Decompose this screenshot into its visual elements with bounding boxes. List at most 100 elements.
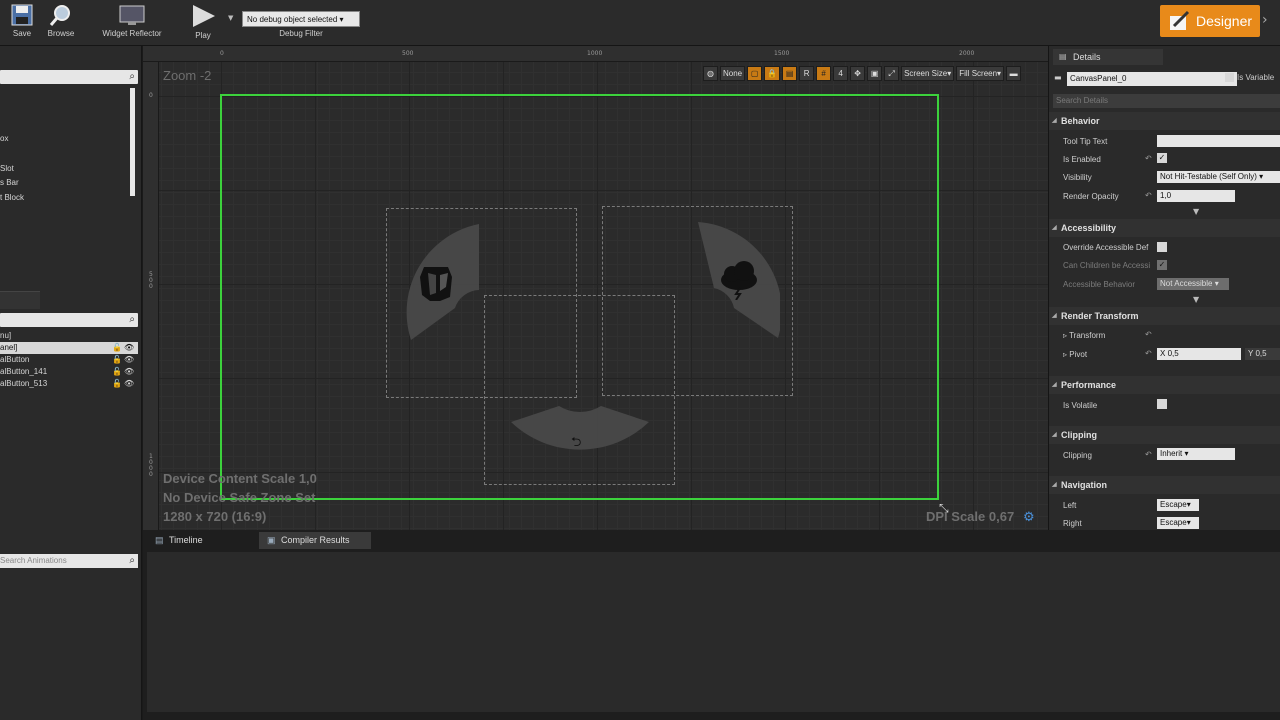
debug-object-select[interactable]: No debug object selected ▾ — [242, 11, 360, 27]
prop-label: Can Children be Accessi — [1063, 261, 1151, 270]
category-clipping[interactable]: Clipping — [1049, 426, 1280, 444]
screen-size-select[interactable]: Screen Size▾ — [901, 65, 955, 81]
category-behavior[interactable]: Behavior — [1049, 112, 1280, 130]
grid-snap-value[interactable]: 4 — [833, 65, 849, 81]
hierarchy-row-selected[interactable]: anel] 🔓 👁 — [0, 342, 138, 354]
nav-right-select[interactable]: Escape▾ — [1157, 517, 1199, 529]
eye-icon[interactable]: 👁 — [124, 379, 134, 388]
search-icon: ⌕ — [129, 314, 135, 325]
tab-compiler-results[interactable]: ▣ Compiler Results — [259, 532, 371, 549]
back-arrow-icon: ⮌ — [571, 435, 582, 450]
children-accessible-checkbox[interactable]: ✓ — [1157, 260, 1167, 270]
is-variable-checkbox[interactable]: Is Variable — [1225, 73, 1274, 83]
ruler-tick-label: 0 — [149, 92, 153, 99]
screen-size-label: Screen Size — [904, 68, 948, 78]
palette-search-input[interactable]: ⌕ — [0, 70, 138, 84]
tool-tip-text-input[interactable] — [1157, 135, 1280, 147]
pivot-y-value: 0,5 — [1255, 349, 1267, 358]
override-accessible-checkbox[interactable] — [1157, 242, 1167, 252]
palette-item[interactable]: ox — [0, 134, 8, 143]
reset-arrow-icon[interactable]: ↶ — [1145, 154, 1152, 163]
hierarchy-row[interactable]: alButton_141 🔓 👁 — [0, 366, 138, 378]
transform-label: Transform — [1069, 331, 1106, 340]
transform-icon[interactable]: ✥ — [850, 65, 866, 81]
hierarchy-search-input[interactable]: ⌕ — [0, 313, 138, 327]
category-accessibility[interactable]: Accessibility — [1049, 219, 1280, 237]
animations-panel: Search Animations ⌕ — [0, 530, 142, 720]
eye-icon[interactable]: 👁 — [124, 343, 134, 352]
widget-icon[interactable]: ▬ — [1006, 65, 1022, 81]
advanced-expand-icon[interactable]: ▼ — [1193, 207, 1199, 216]
is-enabled-checkbox[interactable]: ✓ — [1157, 153, 1167, 163]
details-search-input[interactable]: Search Details — [1053, 94, 1280, 108]
pivot-x-value: 0,5 — [1167, 349, 1179, 358]
mode-chevron-right-icon[interactable]: › — [1262, 12, 1268, 28]
hierarchy-row[interactable]: alButton 🔓 👁 — [0, 354, 138, 366]
bottom-panel: ▤ Timeline ▣ Compiler Results — [143, 530, 1280, 720]
category-performance[interactable]: Performance — [1049, 376, 1280, 394]
fit-icon[interactable]: ⤢ — [884, 65, 900, 81]
ruler-tick-label: 0 — [220, 50, 224, 57]
palette-scrollbar[interactable] — [130, 88, 135, 196]
reset-arrow-icon[interactable]: ↶ — [1145, 450, 1152, 459]
lock-icon[interactable]: 🔓 — [112, 379, 122, 388]
respect-locks-toggle[interactable]: R — [799, 65, 815, 81]
is-volatile-checkbox[interactable] — [1157, 399, 1167, 409]
designer-pencil-icon — [1170, 10, 1190, 30]
browse-button[interactable]: Browse — [44, 0, 78, 46]
tab-details[interactable]: Details — [1053, 49, 1163, 65]
outline-toggle-icon[interactable]: ▢ — [747, 65, 763, 81]
checkbox-box — [1225, 73, 1234, 83]
horizontal-ruler: 0 500 1000 1500 2000 — [143, 46, 1048, 62]
lock-icon[interactable]: 🔒 — [764, 65, 781, 81]
category-render-transform[interactable]: Render Transform — [1049, 307, 1280, 325]
widget-type-icon: ▬ — [1054, 73, 1062, 82]
device-content-scale-text: Device Content Scale 1,0 — [163, 471, 317, 486]
prop-label: Visibility — [1063, 173, 1092, 182]
reset-arrow-icon[interactable]: ↶ — [1145, 191, 1152, 200]
localization-select[interactable]: None — [720, 65, 746, 81]
hierarchy-tab[interactable] — [0, 291, 40, 309]
accessible-behavior-value: Not Accessible — [1160, 279, 1213, 288]
lock-icon[interactable]: 🔓 — [112, 355, 122, 364]
image-icon[interactable]: ▣ — [867, 65, 883, 81]
advanced-expand-icon[interactable]: ▼ — [1193, 295, 1199, 304]
gear-icon[interactable]: ⚙ — [1023, 510, 1035, 525]
palette-item[interactable]: t Block — [0, 193, 24, 202]
palette-item[interactable]: s Bar — [0, 178, 19, 187]
details-icon: ▤ — [1059, 52, 1067, 61]
clipping-select[interactable]: Inherit ▾ — [1157, 448, 1235, 460]
layout-icon[interactable]: ▤ — [782, 65, 798, 81]
nav-left-select[interactable]: Escape▾ — [1157, 499, 1199, 511]
tab-timeline[interactable]: ▤ Timeline — [147, 532, 255, 549]
hierarchy-row[interactable]: alButton_513 🔓 👁 — [0, 378, 138, 390]
lock-icon[interactable]: 🔓 — [112, 367, 122, 376]
pivot-x-input[interactable]: X 0,5 — [1157, 348, 1241, 360]
designer-viewport[interactable]: 0 500 1000 1500 2000 0 5 0 0 1 0 0 0 Zoo… — [143, 46, 1048, 530]
hierarchy-row[interactable]: nu] — [0, 330, 138, 342]
palette-item[interactable]: Slot — [0, 164, 14, 173]
lock-icon[interactable]: 🔓 — [112, 343, 122, 352]
visibility-select[interactable]: Not Hit-Testable (Self Only) ▾ — [1157, 171, 1280, 183]
category-navigation[interactable]: Navigation — [1049, 476, 1280, 494]
search-animations-input[interactable]: Search Animations ⌕ — [0, 554, 138, 568]
save-icon — [11, 4, 33, 26]
globe-icon[interactable]: ◍ — [703, 65, 718, 81]
widget-reflector-button[interactable]: Widget Reflector — [96, 0, 168, 46]
eye-icon[interactable]: 👁 — [124, 367, 134, 376]
pivot-y-input[interactable]: Y 0,5 — [1245, 348, 1280, 360]
search-icon: ⌕ — [129, 71, 135, 82]
reset-arrow-icon[interactable]: ↶ — [1145, 330, 1152, 339]
fill-screen-select[interactable]: Fill Screen▾ — [956, 65, 1005, 81]
grid-snap-icon[interactable]: # — [816, 65, 832, 81]
widget-name-input[interactable]: CanvasPanel_0 — [1067, 72, 1237, 86]
eye-icon[interactable]: 👁 — [124, 355, 134, 364]
designer-mode-button[interactable]: Designer — [1160, 5, 1260, 37]
reset-arrow-icon[interactable]: ↶ — [1145, 349, 1152, 358]
play-button[interactable]: Play — [184, 0, 222, 46]
play-options-chevron-icon[interactable]: ▼ — [228, 14, 233, 22]
ruler-tick-label: 500 — [402, 50, 414, 57]
render-opacity-input[interactable]: 1,0 — [1157, 190, 1235, 202]
save-button[interactable]: Save — [6, 0, 38, 46]
accessible-behavior-select[interactable]: Not Accessible ▾ — [1157, 278, 1229, 290]
